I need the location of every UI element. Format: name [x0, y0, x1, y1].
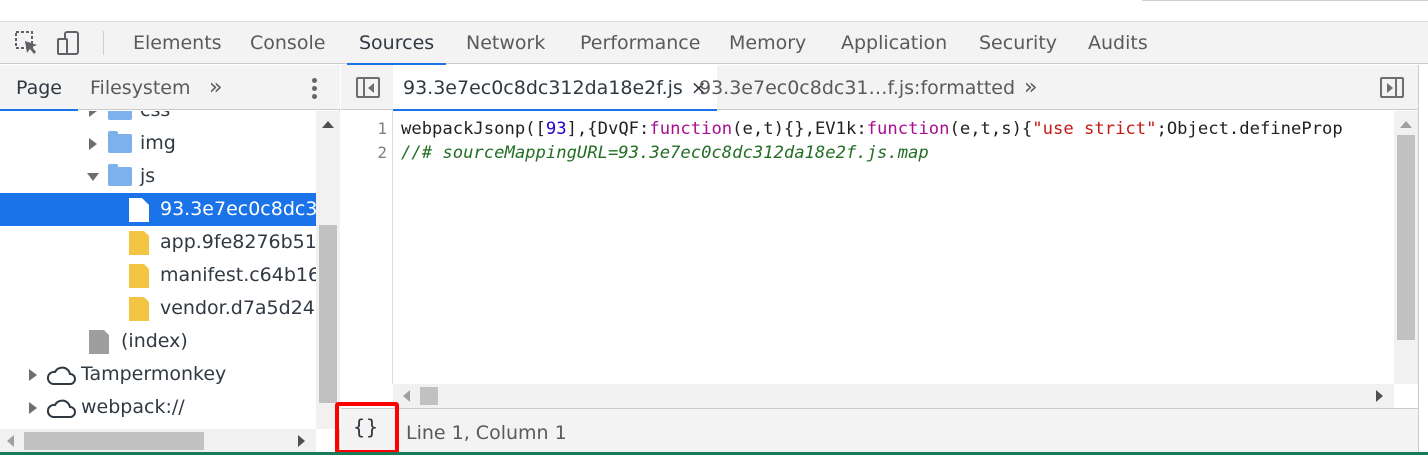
- more-tabs-chevron-icon[interactable]: »: [209, 65, 222, 110]
- scroll-left-arrow-icon[interactable]: [403, 390, 410, 402]
- toggle-navigator-icon[interactable]: [356, 77, 380, 98]
- more-options-icon[interactable]: [312, 78, 318, 100]
- devtools-main-toolbar: Elements Console Sources Network Perform…: [0, 22, 1428, 65]
- editor-horizontal-scrollbar[interactable]: [393, 384, 1394, 408]
- tab-network[interactable]: Network: [466, 22, 545, 64]
- tree-item-file-manifest[interactable]: manifest.c64b162a3e6c1f1a.js: [0, 259, 316, 292]
- tab-console[interactable]: Console: [250, 22, 325, 64]
- code-token: 93: [545, 119, 567, 139]
- tree-item-file-app[interactable]: app.9fe8276b51231f36d3f5.js: [0, 226, 316, 259]
- tree-item-label: 93.3e7ec0c8dc312da18e2f.js: [160, 198, 316, 220]
- tree-item-folder-css[interactable]: css: [0, 111, 316, 127]
- navigator-vertical-scrollbar[interactable]: [316, 111, 340, 429]
- tab-audits[interactable]: Audits: [1088, 22, 1148, 64]
- address-area: [1142, 0, 1428, 1]
- pretty-print-button[interactable]: {}: [335, 402, 399, 454]
- inspect-element-icon[interactable]: [14, 30, 40, 56]
- tree-item-label: (index): [121, 330, 188, 352]
- scroll-up-arrow-icon[interactable]: [322, 121, 334, 128]
- editor-panel: 93.3e7ec0c8dc312da18e2f.js × 93.3e7ec0c8d…: [335, 65, 1418, 455]
- tab-application[interactable]: Application: [841, 22, 947, 64]
- tree-item-label: webpack://: [81, 396, 185, 418]
- navigator-panel: Page Filesystem » css img js93.3e7ec0c8dc3…: [0, 65, 340, 455]
- tree-item-label: vendor.d7a5d24b4f7e90bb.js: [160, 297, 316, 319]
- expand-right-arrow-icon[interactable]: [29, 369, 37, 381]
- scroll-right-arrow-icon[interactable]: [1376, 390, 1383, 402]
- editor-tab-formatted[interactable]: 93.3e7ec0c8dc31…f.js:formatted: [699, 65, 1015, 110]
- tree-item-file-vendor[interactable]: vendor.d7a5d24b4f7e90bb.js: [0, 292, 316, 325]
- code-token: (e,t,s){: [949, 119, 1033, 139]
- tab-elements[interactable]: Elements: [133, 22, 222, 64]
- code-token: function: [866, 119, 950, 139]
- device-toolbar-icon[interactable]: [56, 30, 82, 56]
- tab-memory[interactable]: Memory: [729, 22, 806, 64]
- folder-icon: [108, 164, 132, 186]
- code-token: function: [649, 119, 733, 139]
- editor-tab-label: 93.3e7ec0c8dc312da18e2f.js: [403, 77, 683, 99]
- toolbar-separator: [103, 31, 104, 55]
- scroll-left-arrow-icon[interactable]: [7, 435, 14, 447]
- tree-item-folder-js[interactable]: js: [0, 160, 316, 193]
- tree-item-label: app.9fe8276b51231f36d3f5.js: [160, 231, 316, 253]
- cloud-icon: [46, 399, 76, 418]
- file-icon: [129, 230, 150, 255]
- line-number-gutter: 1 2: [341, 111, 393, 384]
- tree-item-domain-tampermonkey[interactable]: Tampermonkey: [0, 358, 316, 391]
- tab-page[interactable]: Page: [0, 65, 78, 111]
- editor-vertical-scrollbar[interactable]: [1394, 111, 1418, 384]
- scrollbar-thumb[interactable]: [319, 225, 337, 403]
- expand-right-arrow-icon[interactable]: [29, 402, 37, 414]
- file-icon: [129, 198, 149, 222]
- code-token: ;Object.defineProp: [1156, 119, 1343, 139]
- editor-tabs: 93.3e7ec0c8dc312da18e2f.js × 93.3e7ec0c8d…: [341, 65, 1418, 111]
- code-token: (e,t){},EV1k:: [732, 119, 867, 139]
- code-line-1[interactable]: webpackJsonp([93],{DvQF:function(e,t){},…: [401, 117, 1343, 141]
- tree-item-file-index[interactable]: (index): [0, 325, 316, 358]
- tree-item-folder-img[interactable]: img: [0, 127, 316, 160]
- code-line-2[interactable]: //# sourceMappingURL=93.3e7ec0c8dc312da1…: [401, 141, 929, 165]
- navigator-horizontal-scrollbar[interactable]: [0, 429, 316, 453]
- tree-item-label: js: [140, 165, 156, 187]
- code-editor[interactable]: 1 2 webpackJsonp([93],{DvQF:function(e,t…: [341, 111, 1394, 384]
- tree-item-label: img: [140, 132, 176, 154]
- expand-right-arrow-icon[interactable]: [89, 138, 97, 150]
- window-top-strip: [0, 0, 1428, 22]
- tree-item-domain-webpack[interactable]: webpack://: [0, 391, 316, 424]
- expand-down-arrow-icon[interactable]: [87, 173, 99, 181]
- tree-item-label: manifest.c64b162a3e6c1f1a.js: [160, 264, 316, 286]
- file-tree: css img js93.3e7ec0c8dc312da18e2f.js app.9f…: [0, 111, 316, 429]
- cursor-position: Line 1, Column 1: [406, 422, 567, 444]
- file-icon: [89, 329, 110, 354]
- file-icon: [129, 296, 150, 321]
- tree-item-label: css: [140, 111, 170, 127]
- folder-icon: [108, 111, 132, 120]
- pretty-print-braces-icon: {}: [353, 415, 380, 439]
- scroll-right-arrow-icon[interactable]: [298, 435, 305, 447]
- editor-status-bar: {} Line 1, Column 1: [335, 402, 1418, 455]
- tab-sources[interactable]: Sources: [346, 22, 447, 65]
- tab-security[interactable]: Security: [979, 22, 1057, 64]
- tab-performance[interactable]: Performance: [580, 22, 700, 64]
- expand-right-arrow-icon[interactable]: [89, 111, 97, 117]
- scrollbar-thumb[interactable]: [1397, 135, 1415, 340]
- scrollbar-thumb[interactable]: [420, 387, 438, 405]
- tab-filesystem[interactable]: Filesystem: [90, 65, 190, 110]
- tree-item-label: Tampermonkey: [81, 363, 227, 385]
- folder-icon: [108, 131, 132, 153]
- scrollbar-thumb[interactable]: [24, 432, 204, 450]
- line-number[interactable]: 1: [377, 117, 387, 141]
- more-tabs-chevron-icon[interactable]: »: [1024, 65, 1037, 110]
- toggle-debugger-icon[interactable]: [1380, 77, 1404, 98]
- navigator-tabs: Page Filesystem »: [0, 65, 340, 111]
- line-number[interactable]: 2: [377, 141, 387, 165]
- code-token: "use strict": [1032, 119, 1157, 139]
- file-icon: [129, 263, 150, 288]
- code-token: webpackJsonp([: [401, 119, 546, 139]
- editor-tab-active[interactable]: 93.3e7ec0c8dc312da18e2f.js ×: [393, 65, 717, 111]
- code-token: ],{DvQF:: [566, 119, 650, 139]
- cloud-icon: [46, 366, 76, 385]
- panel-right-edge: [1418, 65, 1428, 455]
- scroll-up-arrow-icon[interactable]: [1400, 121, 1412, 128]
- tree-item-file-93[interactable]: 93.3e7ec0c8dc312da18e2f.js: [0, 193, 316, 226]
